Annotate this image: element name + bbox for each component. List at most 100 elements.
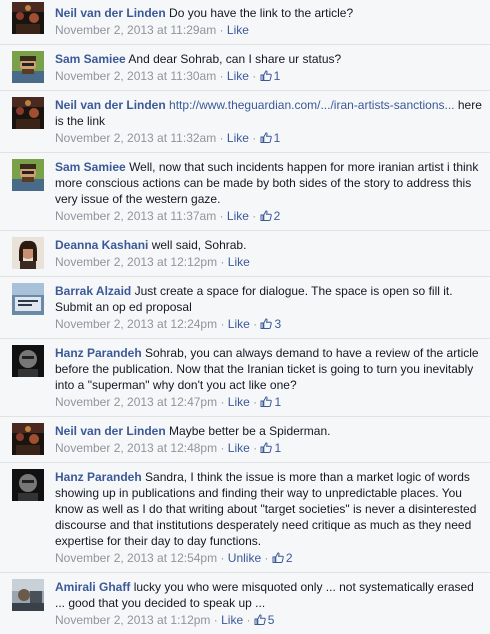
comment: Hanz Parandeh Sandra, I think the issue … bbox=[0, 462, 490, 572]
like-count[interactable]: 3 bbox=[260, 317, 281, 331]
comment-body: Amirali Ghaff lucky you who were misquot… bbox=[55, 579, 482, 611]
comment-meta: November 2, 2013 at 1:12pm · Like · 5 bbox=[55, 612, 482, 628]
timestamp[interactable]: November 2, 2013 at 11:30am bbox=[55, 69, 216, 83]
timestamp[interactable]: November 2, 2013 at 12:24pm bbox=[55, 317, 217, 331]
avatar[interactable] bbox=[12, 237, 44, 269]
comment-meta: November 2, 2013 at 12:24pm · Like · 3 bbox=[55, 316, 482, 332]
thumbs-up-icon bbox=[260, 317, 274, 331]
meta-separator: · bbox=[249, 395, 261, 409]
like-button[interactable]: Like bbox=[228, 395, 250, 409]
thumbs-up-icon bbox=[260, 395, 274, 409]
timestamp[interactable]: November 2, 2013 at 12:48pm bbox=[55, 441, 217, 455]
avatar[interactable] bbox=[12, 423, 44, 455]
like-button[interactable]: Unlike bbox=[228, 551, 261, 565]
like-count[interactable]: 1 bbox=[260, 131, 280, 145]
comment-body: Barrak Alzaid Just create a space for di… bbox=[55, 283, 482, 315]
meta-separator: · bbox=[216, 23, 227, 37]
comment-thread: Neil van der Linden Do you have the link… bbox=[0, 0, 490, 634]
comment: Deanna Kashani well said, Sohrab. Novembe… bbox=[0, 230, 490, 276]
like-button[interactable]: Like bbox=[228, 255, 250, 269]
comment-body: Neil van der Linden http://www.theguardi… bbox=[55, 97, 482, 129]
avatar[interactable] bbox=[12, 159, 44, 191]
meta-separator: · bbox=[249, 441, 261, 455]
like-button[interactable]: Like bbox=[228, 317, 250, 331]
avatar[interactable] bbox=[12, 97, 44, 129]
commenter-name[interactable]: Sam Samiee bbox=[55, 52, 126, 66]
meta-separator: · bbox=[216, 69, 227, 83]
meta-separator: · bbox=[261, 551, 272, 565]
like-button[interactable]: Like bbox=[227, 69, 249, 83]
meta-separator: · bbox=[217, 551, 228, 565]
meta-separator: · bbox=[210, 613, 222, 627]
commenter-name[interactable]: Neil van der Linden bbox=[55, 424, 166, 438]
commenter-name[interactable]: Barrak Alzaid bbox=[55, 284, 131, 298]
timestamp[interactable]: November 2, 2013 at 1:12pm bbox=[55, 613, 210, 627]
timestamp[interactable]: November 2, 2013 at 11:37am bbox=[55, 209, 216, 223]
comment-meta: November 2, 2013 at 12:12pm · Like bbox=[55, 254, 482, 270]
like-count-value: 1 bbox=[274, 441, 282, 455]
avatar[interactable] bbox=[12, 51, 44, 83]
like-count[interactable]: 1 bbox=[260, 69, 280, 83]
commenter-name[interactable]: Deanna Kashani bbox=[55, 238, 148, 252]
comment-text: well said, Sohrab. bbox=[151, 238, 247, 252]
comment: Neil van der Linden Maybe better be a Sp… bbox=[0, 416, 490, 462]
meta-separator: · bbox=[217, 255, 228, 269]
meta-separator: · bbox=[248, 69, 260, 83]
commenter-name[interactable]: Sam Samiee bbox=[55, 160, 126, 174]
thumbs-up-icon bbox=[272, 551, 286, 565]
avatar[interactable] bbox=[12, 283, 44, 315]
like-count[interactable]: 2 bbox=[260, 209, 281, 223]
comment-meta: November 2, 2013 at 11:37am · Like · 2 bbox=[55, 208, 482, 224]
timestamp[interactable]: November 2, 2013 at 11:32am bbox=[55, 131, 216, 145]
like-count[interactable]: 2 bbox=[272, 551, 293, 565]
like-count[interactable]: 5 bbox=[254, 613, 274, 627]
comment-text: Do you have the link to the article? bbox=[169, 6, 354, 20]
comment: Amirali Ghaff lucky you who were misquot… bbox=[0, 572, 490, 634]
commenter-name[interactable]: Hanz Parandeh bbox=[55, 346, 142, 360]
like-button[interactable]: Like bbox=[228, 441, 250, 455]
like-count-value: 2 bbox=[273, 209, 281, 223]
thumbs-up-icon bbox=[260, 209, 274, 223]
comment-link[interactable]: http://www.theguardian.com/.../iran-arti… bbox=[169, 98, 454, 112]
comment-meta: November 2, 2013 at 12:48pm · Like · 1 bbox=[55, 440, 482, 456]
thumbs-up-icon bbox=[260, 131, 274, 145]
avatar[interactable] bbox=[12, 345, 44, 377]
commenter-name[interactable]: Neil van der Linden bbox=[55, 6, 166, 20]
meta-separator: · bbox=[216, 131, 227, 145]
comment-meta: November 2, 2013 at 12:47pm · Like · 1 bbox=[55, 394, 482, 410]
like-count-value: 2 bbox=[285, 551, 293, 565]
timestamp[interactable]: November 2, 2013 at 12:12pm bbox=[55, 255, 217, 269]
timestamp[interactable]: November 2, 2013 at 12:47pm bbox=[55, 395, 217, 409]
like-count-value: 3 bbox=[274, 317, 282, 331]
comment: Neil van der Linden http://www.theguardi… bbox=[0, 90, 490, 152]
comment-meta: November 2, 2013 at 12:54pm · Unlike · 2 bbox=[55, 550, 482, 566]
timestamp[interactable]: November 2, 2013 at 11:29am bbox=[55, 23, 216, 37]
like-count[interactable]: 1 bbox=[260, 441, 281, 455]
avatar[interactable] bbox=[12, 579, 44, 611]
commenter-name[interactable]: Neil van der Linden bbox=[55, 98, 166, 112]
thumbs-up-icon bbox=[260, 441, 274, 455]
commenter-name[interactable]: Amirali Ghaff bbox=[55, 580, 130, 594]
like-button[interactable]: Like bbox=[227, 131, 249, 145]
comment: Hanz Parandeh Sohrab, you can always dem… bbox=[0, 338, 490, 416]
like-button[interactable]: Like bbox=[221, 613, 243, 627]
avatar[interactable] bbox=[12, 469, 44, 501]
like-count[interactable]: 1 bbox=[260, 395, 281, 409]
comment-body: Sam Samiee And dear Sohrab, can I share … bbox=[55, 51, 482, 67]
comment-meta: November 2, 2013 at 11:30am · Like · 1 bbox=[55, 68, 482, 84]
thumbs-up-icon bbox=[260, 69, 274, 83]
avatar[interactable] bbox=[12, 2, 44, 34]
like-button[interactable]: Like bbox=[227, 23, 249, 37]
commenter-name[interactable]: Hanz Parandeh bbox=[55, 470, 142, 484]
like-button[interactable]: Like bbox=[227, 209, 249, 223]
meta-separator: · bbox=[217, 317, 228, 331]
comment-meta: November 2, 2013 at 11:32am · Like · 1 bbox=[55, 130, 482, 146]
like-count-value: 1 bbox=[274, 395, 282, 409]
timestamp[interactable]: November 2, 2013 at 12:54pm bbox=[55, 551, 217, 565]
comment-meta: November 2, 2013 at 11:29am · Like bbox=[55, 22, 482, 38]
comment: Neil van der Linden Do you have the link… bbox=[0, 0, 490, 44]
comment-body: Sam Samiee Well, now that such incidents… bbox=[55, 159, 482, 207]
comment: Sam Samiee And dear Sohrab, can I share … bbox=[0, 44, 490, 90]
comment-text: And dear Sohrab, can I share ur status? bbox=[128, 52, 342, 66]
meta-separator: · bbox=[217, 441, 228, 455]
